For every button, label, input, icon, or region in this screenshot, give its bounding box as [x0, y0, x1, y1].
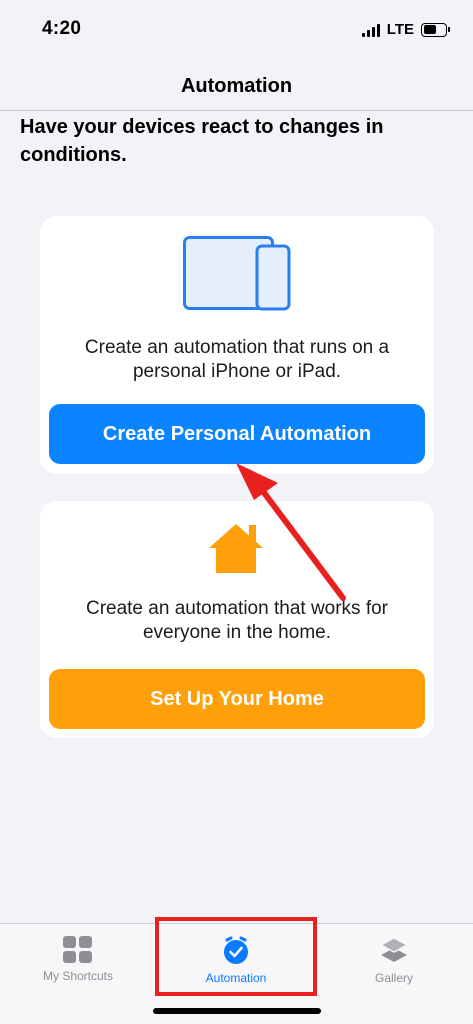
status-time: 4:20 — [42, 18, 82, 39]
network-label: LTE — [386, 21, 414, 38]
grid-icon — [63, 936, 92, 963]
status-bar: 4:20 LTE — [0, 0, 473, 62]
layers-icon — [379, 937, 409, 962]
tab-my-shortcuts[interactable]: My Shortcuts — [8, 936, 148, 996]
highlight-box — [155, 917, 317, 996]
intro-text: Have your devices react to changes in co… — [20, 116, 384, 166]
status-indicators: LTE — [361, 21, 450, 38]
battery-icon — [421, 22, 450, 37]
create-personal-automation-button[interactable]: Create Personal Automation — [49, 404, 425, 464]
nav-bar: Automation — [0, 62, 473, 111]
home-automation-card: Create an automation that works for ever… — [40, 501, 434, 738]
set-up-your-home-button[interactable]: Set Up Your Home — [49, 669, 425, 729]
tab-label: My Shortcuts — [42, 969, 114, 983]
house-icon — [209, 524, 263, 573]
signal-bars-icon — [361, 23, 380, 37]
tab-gallery[interactable]: Gallery — [324, 936, 464, 996]
personal-automation-card: Create an automation that runs on a pers… — [40, 216, 434, 474]
home-indicator — [153, 1008, 321, 1014]
page-title: Automation — [180, 74, 293, 97]
personal-card-description: Create an automation that runs on a pers… — [84, 337, 390, 382]
ipad-iphone-icon — [183, 236, 291, 311]
tab-label: Gallery — [374, 971, 413, 985]
home-card-description: Create an automation that works for ever… — [85, 598, 389, 643]
